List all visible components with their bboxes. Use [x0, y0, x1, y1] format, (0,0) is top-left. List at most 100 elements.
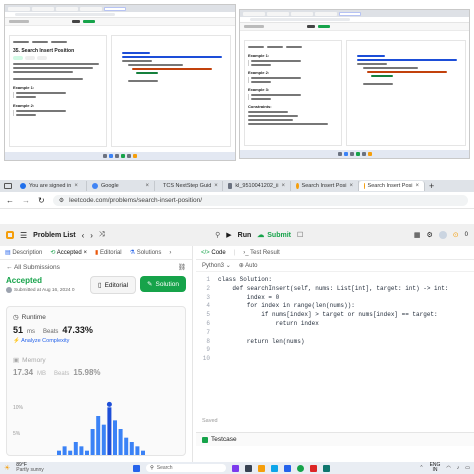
chart-bar[interactable]: [118, 429, 123, 455]
code-line[interactable]: [218, 355, 448, 364]
avatar[interactable]: [438, 231, 447, 239]
weather-icon[interactable]: ☀: [4, 464, 10, 472]
language-select[interactable]: Python3 ⌄: [202, 262, 231, 269]
app-icon[interactable]: [310, 464, 318, 472]
code-line[interactable]: if nums[index] > target or nums[index] =…: [218, 311, 448, 320]
browser-tab[interactable]: Google ×: [87, 181, 155, 191]
description-icon: ▤: [5, 250, 11, 256]
code-line[interactable]: for index in range(len(nums)):: [218, 302, 448, 311]
settings-icon[interactable]: ⚙: [427, 231, 433, 239]
testcase-bar[interactable]: Testcase: [196, 432, 474, 446]
refresh-icon[interactable]: ↻: [38, 196, 45, 205]
code-line[interactable]: def searchInsert(self, nums: List[int], …: [218, 285, 448, 294]
code-line[interactable]: [218, 346, 448, 355]
thumb-tabbar: [5, 5, 235, 12]
chart-bar[interactable]: [124, 437, 129, 455]
next-problem-icon[interactable]: ›: [90, 231, 93, 240]
explorer-icon[interactable]: [258, 464, 266, 472]
close-icon[interactable]: ×: [281, 183, 285, 189]
close-icon[interactable]: ×: [214, 183, 218, 189]
forward-icon[interactable]: →: [22, 196, 30, 205]
windows-start-icon[interactable]: [133, 464, 141, 472]
problem-list-link[interactable]: Problem List: [33, 232, 75, 239]
thumb-tabbar: [240, 10, 469, 17]
tab-actions-icon[interactable]: [4, 183, 12, 189]
share-link-icon[interactable]: ⛓: [178, 263, 186, 271]
tab-label: Editorial: [99, 250, 122, 256]
chart-bar[interactable]: [68, 450, 73, 455]
close-icon[interactable]: ×: [74, 183, 78, 189]
prev-problem-icon[interactable]: ‹: [82, 231, 85, 240]
new-tab-icon[interactable]: +: [429, 181, 434, 191]
code-line[interactable]: return len(nums): [218, 338, 448, 347]
chrome-icon[interactable]: [297, 464, 305, 472]
widgets-icon[interactable]: [232, 464, 240, 472]
taskbar-search[interactable]: ⚲ Search: [146, 464, 227, 472]
battery-icon[interactable]: ▭: [465, 465, 470, 471]
wifi-icon[interactable]: ◠: [446, 465, 450, 471]
submit-button[interactable]: ☁ Submit: [257, 231, 291, 240]
code-editor[interactable]: class Solution: def searchInsert(self, n…: [218, 276, 448, 364]
tab-accepted[interactable]: ⟲ Accepted ×: [50, 249, 87, 256]
language-indicator[interactable]: ENG IN: [430, 463, 441, 473]
line-number: 2: [206, 284, 210, 292]
app-icon[interactable]: [323, 464, 331, 472]
address-bar[interactable]: ⚙ leetcode.com/problems/search-insert-po…: [52, 194, 468, 206]
weather-widget[interactable]: 89°F Partly sunny: [16, 463, 44, 473]
store-icon[interactable]: [284, 464, 292, 472]
close-icon[interactable]: ×: [83, 250, 87, 256]
chart-bar[interactable]: [96, 416, 101, 455]
chart-bar[interactable]: [113, 420, 117, 455]
chart-bar[interactable]: [129, 442, 134, 455]
run-button[interactable]: Run: [238, 232, 252, 239]
code-line[interactable]: return index: [218, 320, 448, 329]
code-line[interactable]: class Solution:: [218, 276, 448, 285]
chart-bar[interactable]: [107, 407, 112, 455]
browser-tab[interactable]: You are signed in ×: [15, 181, 87, 191]
analyze-complexity-link[interactable]: ⚡ Analyze Complexity: [13, 338, 179, 344]
close-icon[interactable]: ×: [415, 183, 419, 189]
tab-more-icon[interactable]: ›: [169, 250, 171, 256]
user-avatar: [6, 287, 12, 293]
chart-bar[interactable]: [141, 450, 145, 455]
list-icon[interactable]: ☰: [20, 231, 27, 240]
tab-code[interactable]: </> Code: [201, 250, 226, 256]
all-submissions-link[interactable]: ← All Submissions: [6, 264, 60, 271]
chart-bar[interactable]: [57, 450, 61, 455]
tab-solutions[interactable]: ⚗ Solutions: [130, 249, 162, 256]
chart-bar[interactable]: [85, 450, 89, 455]
layout-icon[interactable]: ▦: [414, 231, 421, 239]
notes-icon[interactable]: ☐: [297, 231, 303, 239]
close-icon[interactable]: ×: [349, 183, 353, 189]
shuffle-icon[interactable]: ⤨: [99, 231, 105, 239]
site-info-icon[interactable]: ⚙: [59, 197, 64, 204]
auto-mode[interactable]: ⊕ Auto: [239, 262, 258, 269]
solution-button[interactable]: ✎ Solution: [140, 276, 186, 292]
chart-bar[interactable]: [101, 424, 106, 455]
leetcode-logo-icon[interactable]: [6, 231, 14, 239]
back-icon[interactable]: ←: [6, 196, 14, 205]
chart-bar[interactable]: [79, 446, 84, 455]
browser-tab[interactable]: TCS NextStep Guid ×: [155, 181, 223, 191]
chart-bar[interactable]: [73, 442, 78, 455]
editorial-button[interactable]: ▯ Editorial: [89, 276, 137, 294]
browser-tab[interactable]: Search Insert Posi ×: [291, 181, 359, 191]
task-view-icon[interactable]: [245, 464, 253, 472]
edge-icon[interactable]: [271, 464, 279, 472]
tab-editorial[interactable]: ▮ Editorial: [95, 249, 122, 256]
code-icon: </>: [201, 249, 210, 256]
chart-bar[interactable]: [90, 429, 95, 455]
close-icon[interactable]: ×: [145, 183, 149, 189]
code-line[interactable]: [218, 329, 448, 338]
chart-bar[interactable]: [135, 446, 140, 455]
code-line[interactable]: index = 0: [218, 294, 448, 303]
browser-tab[interactable]: kl_9510041202_ii ×: [223, 181, 291, 191]
chart-bar[interactable]: [62, 446, 67, 455]
volume-icon[interactable]: ♪: [457, 465, 460, 471]
browser-tab-active[interactable]: Search Insert Posi ×: [359, 181, 425, 191]
tab-test-result[interactable]: ›_ Test Result: [243, 250, 280, 256]
tray-chevron-icon[interactable]: ⌃: [419, 465, 423, 471]
premium-icon[interactable]: ⊙: [453, 231, 459, 239]
tab-description[interactable]: ▤ Description: [5, 249, 42, 256]
debug-icon[interactable]: ⚲: [215, 231, 220, 239]
